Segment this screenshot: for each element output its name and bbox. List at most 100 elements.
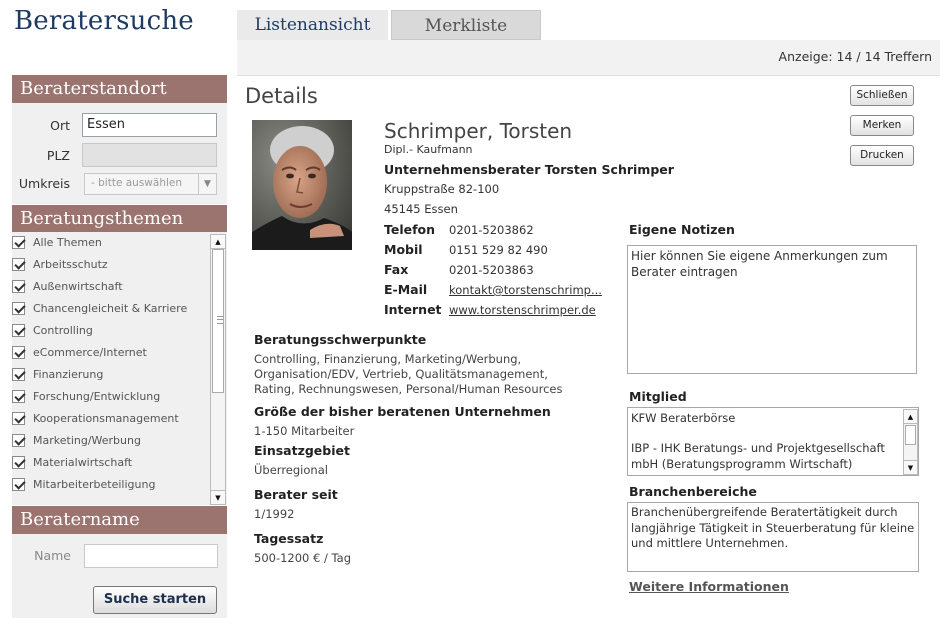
more-info-link[interactable]: Weitere Informationen: [629, 579, 789, 594]
left-panel: Beratersuche Beraterstandort Ort Essen P…: [0, 0, 232, 628]
checkbox-checked-icon[interactable]: [12, 346, 25, 359]
notizen-textarea[interactable]: Hier können Sie eigene Anmerkungen zum B…: [627, 245, 917, 374]
theme-item[interactable]: Arbeitsschutz: [12, 254, 210, 276]
einsatz-label: Einsatzgebiet: [254, 443, 350, 458]
contact-value: 0201-5203863: [449, 263, 534, 277]
branchen-text: Branchenübergreifende Beratertätigkeit d…: [627, 502, 919, 572]
arrow-down-icon[interactable]: ▼: [904, 460, 917, 474]
theme-item[interactable]: Alle Themen: [12, 232, 210, 254]
checkbox-checked-icon[interactable]: [12, 478, 25, 491]
standort-heading: Beraterstandort: [12, 75, 227, 103]
theme-item[interactable]: Chancengleicheit & Karriere: [12, 298, 210, 320]
theme-label: Kooperationsmanagement: [33, 412, 179, 425]
theme-item[interactable]: Materialwirtschaft: [12, 452, 210, 474]
theme-item[interactable]: Mitarbeiterbeteiligung: [12, 474, 210, 496]
beratername-heading: Beratername: [12, 506, 227, 534]
print-button[interactable]: Drucken: [850, 145, 914, 166]
theme-label: Chancengleicheit & Karriere: [33, 302, 188, 315]
theme-label: Außenwirtschaft: [33, 280, 123, 293]
contact-label: E-Mail: [384, 282, 428, 297]
website-link[interactable]: www.torstenschrimper.de: [449, 303, 596, 317]
scroll-thumb[interactable]: [905, 425, 916, 445]
theme-label: Controlling: [33, 324, 93, 337]
theme-label: Materialwirtschaft: [33, 456, 133, 469]
theme-item[interactable]: Marketing/Werbung: [12, 430, 210, 452]
contact-value: 0201-5203862: [449, 223, 534, 237]
theme-label: Finanzierung: [33, 368, 104, 381]
app-title: Beratersuche: [14, 6, 194, 36]
umkreis-select[interactable]: - bitte auswählen ▼: [84, 173, 217, 195]
email-link[interactable]: kontakt@torstenschrimp...: [449, 283, 602, 297]
theme-item[interactable]: Außenwirtschaft: [12, 276, 210, 298]
theme-item[interactable]: Kooperationsmanagement: [12, 408, 210, 430]
details-heading: Details: [245, 84, 318, 108]
tab-listenansicht[interactable]: Listenansicht: [237, 10, 388, 42]
advisor-degree: Dipl.- Kaufmann: [384, 143, 473, 156]
theme-label: eCommerce/Internet: [33, 346, 147, 359]
branchen-label: Branchenbereiche: [629, 484, 757, 499]
checkbox-checked-icon[interactable]: [12, 302, 25, 315]
checkbox-checked-icon[interactable]: [12, 324, 25, 337]
theme-label: Marketing/Werbung: [33, 434, 141, 447]
remember-button[interactable]: Merken: [850, 115, 914, 136]
theme-item[interactable]: eCommerce/Internet: [12, 342, 210, 364]
theme-item[interactable]: Controlling: [12, 320, 210, 342]
arrow-up-icon[interactable]: ▲: [211, 235, 225, 249]
mitglied-list: KFW Beraterbörse IBP - IHK Beratungs- un…: [627, 407, 919, 476]
groesse-value: 1-150 Mitarbeiter: [254, 424, 355, 438]
checkbox-checked-icon[interactable]: [12, 280, 25, 293]
seit-label: Berater seit: [254, 487, 338, 502]
theme-item[interactable]: Finanzierung: [12, 364, 210, 386]
checkbox-checked-icon[interactable]: [12, 434, 25, 447]
advisor-name: Schrimper, Torsten: [384, 119, 573, 143]
themen-scrollbar[interactable]: ▲ ▼: [210, 234, 226, 505]
mitglied-label: Mitglied: [629, 389, 687, 404]
tab-merkliste[interactable]: Merkliste: [391, 10, 541, 40]
results-count: Anzeige: 14 / 14 Treffern: [778, 49, 932, 64]
tagessatz-value: 500-1200 € / Tag: [254, 551, 351, 565]
checkbox-checked-icon[interactable]: [12, 390, 25, 403]
tagessatz-label: Tagessatz: [254, 531, 324, 546]
advisor-street: Kruppstraße 82-100: [384, 182, 500, 196]
checkbox-checked-icon[interactable]: [12, 456, 25, 469]
themen-list: Alle Themen Arbeitsschutz Außenwirtschaft C…: [12, 232, 227, 505]
schwerpunkte-line-1: Controlling, Finanzierung, Marketing/Wer…: [254, 352, 522, 366]
results-bar: Anzeige: 14 / 14 Treffern: [237, 40, 940, 76]
theme-item[interactable]: Forschung/Entwicklung: [12, 386, 210, 408]
theme-label: Arbeitsschutz: [33, 258, 108, 271]
ort-label: Ort: [50, 118, 70, 133]
umkreis-label: Umkreis: [18, 176, 70, 191]
themen-heading: Beratungsthemen: [12, 205, 227, 233]
contact-label: Internet: [384, 302, 442, 317]
name-input[interactable]: [84, 544, 218, 568]
advisor-company: Unternehmensberater Torsten Schrimper: [384, 162, 674, 177]
mitglied-item-1: KFW Beraterbörse: [631, 411, 736, 425]
plz-input[interactable]: [82, 143, 217, 167]
schwerpunkte-line-3: Rating, Rechnungswesen, Personal/Human R…: [254, 382, 563, 396]
theme-label: Forschung/Entwicklung: [33, 390, 161, 403]
chevron-down-icon: ▼: [198, 174, 216, 194]
contact-value: 0151 529 82 490: [449, 243, 548, 257]
checkbox-checked-icon[interactable]: [12, 368, 25, 381]
schwerpunkte-label: Beratungsschwerpunkte: [254, 332, 427, 347]
ort-input[interactable]: Essen: [82, 113, 217, 137]
schwerpunkte-line-2: Organisation/EDV, Vertrieb, Qualitätsman…: [254, 367, 548, 381]
einsatz-value: Überregional: [254, 463, 328, 477]
search-button[interactable]: Suche starten: [93, 586, 217, 614]
mitglied-item-2: IBP - IHK Beratungs- und Projektgesellsc…: [631, 441, 885, 471]
close-button[interactable]: Schließen: [850, 85, 914, 106]
checkbox-checked-icon[interactable]: [12, 236, 25, 249]
contact-label: Fax: [384, 262, 409, 277]
name-label: Name: [34, 548, 71, 563]
scroll-thumb[interactable]: [212, 249, 224, 393]
advisor-city: 45145 Essen: [384, 202, 458, 216]
checkbox-checked-icon[interactable]: [12, 258, 25, 271]
advisor-photo: [252, 120, 352, 250]
arrow-down-icon[interactable]: ▼: [211, 490, 225, 504]
theme-label: Mitarbeiterbeteiligung: [33, 478, 156, 491]
contact-label: Mobil: [384, 242, 423, 257]
mitglied-scrollbar[interactable]: ▲ ▼: [903, 409, 918, 475]
theme-label: Alle Themen: [33, 236, 102, 249]
arrow-up-icon[interactable]: ▲: [904, 410, 917, 424]
checkbox-checked-icon[interactable]: [12, 412, 25, 425]
